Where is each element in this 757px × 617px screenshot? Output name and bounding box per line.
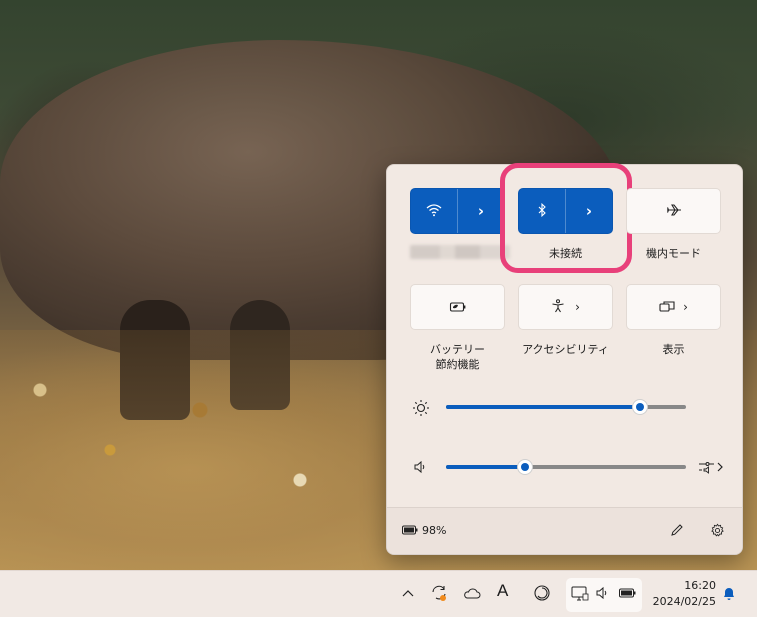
taskbar	[0, 570, 757, 617]
network-icon	[571, 584, 589, 602]
chevron-right-icon: ›	[477, 202, 485, 220]
ime-indicator[interactable]: A	[497, 581, 508, 601]
airplane-icon	[666, 202, 682, 221]
battery-saver-label-line2: 節約機能	[435, 358, 480, 371]
volume-slider[interactable]	[446, 459, 686, 475]
battery-percentage[interactable]: 98%	[422, 524, 446, 537]
project-tile[interactable]: ›	[626, 284, 721, 330]
accessibility-label: アクセシビリティ	[522, 343, 609, 356]
brightness-slider[interactable]	[446, 399, 686, 415]
wifi-network-name-blurred	[410, 245, 510, 259]
speaker-icon	[594, 585, 610, 601]
audio-output-icon[interactable]	[697, 458, 725, 476]
wifi-tile[interactable]: ›	[410, 188, 505, 234]
airplane-mode-label: 機内モード	[646, 247, 701, 260]
battery-icon	[402, 524, 418, 536]
clock-date: 2024/02/25	[652, 595, 716, 608]
volume-slider-fill	[446, 465, 526, 469]
wifi-expand-button[interactable]: ›	[457, 189, 504, 233]
pencil-icon[interactable]	[669, 522, 685, 538]
accessibility-tile[interactable]: ›	[518, 284, 613, 330]
sync-icon[interactable]	[429, 583, 449, 603]
speaker-icon[interactable]	[411, 458, 429, 476]
battery-saver-icon	[449, 298, 467, 317]
airplane-mode-tile[interactable]	[626, 188, 721, 234]
bluetooth-highlight-annotation	[500, 163, 632, 273]
gear-icon[interactable]	[709, 522, 725, 538]
notification-bell-icon[interactable]	[721, 585, 737, 601]
chevron-up-icon[interactable]	[400, 585, 416, 601]
project-label: 表示	[662, 343, 685, 356]
battery-saver-label-line1: バッテリー	[430, 343, 485, 356]
accessibility-icon	[551, 298, 565, 317]
wifi-toggle-button[interactable]	[411, 189, 457, 233]
clock-time: 16:20	[684, 579, 716, 592]
battery-saver-tile[interactable]	[410, 284, 505, 330]
chevron-right-icon: ›	[575, 300, 580, 314]
brightness-slider-fill	[446, 405, 641, 409]
battery-icon	[618, 587, 636, 599]
taskbar-clock[interactable]: 16:20 2024/02/25	[648, 578, 716, 610]
brightness-icon	[411, 398, 431, 418]
wifi-icon	[426, 202, 442, 221]
chevron-right-icon: ›	[683, 300, 688, 314]
focus-icon[interactable]	[532, 583, 552, 603]
battery-saver-label: バッテリー 節約機能	[410, 342, 505, 372]
project-display-icon	[659, 298, 675, 317]
onedrive-icon[interactable]	[462, 585, 482, 601]
